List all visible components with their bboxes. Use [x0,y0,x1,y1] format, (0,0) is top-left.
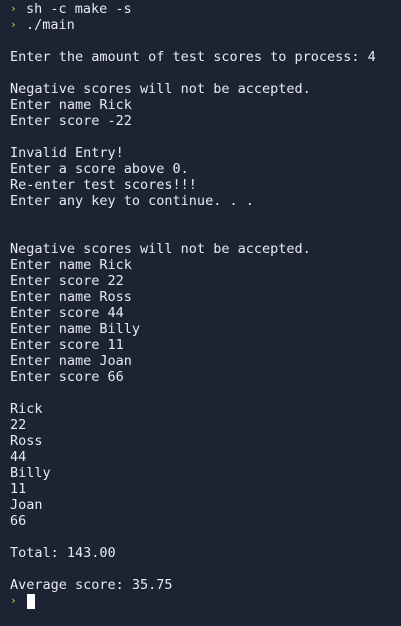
output-line: 11 [10,481,27,497]
text-cursor[interactable] [27,593,35,609]
output-line: Rick [10,401,43,417]
output-line: Enter score -22 [10,113,132,129]
output-line: Negative scores will not be accepted. [10,81,311,97]
output-line: 66 [10,513,27,529]
output-line: Enter score 66 [10,369,124,385]
output-line: Enter name Rick [10,257,132,273]
active-prompt-line[interactable]: › [10,593,401,609]
output-line: Billy [10,465,51,481]
output-line: Joan [10,497,43,513]
output-line: Enter name Joan [10,353,132,369]
command-text: ./main [26,17,75,33]
command-line: › ./main [10,17,401,33]
command-line: › sh -c make -s [10,1,401,17]
output-line: Enter name Billy [10,321,141,337]
prompt-icon: › [10,594,17,607]
output-line: Enter score 44 [10,305,124,321]
output-line: Enter name Ross [10,289,132,305]
output-line: Negative scores will not be accepted. [10,241,311,257]
prompt-icon: › [10,18,17,31]
terminal-output: Enter the amount of test scores to proce… [10,33,401,593]
terminal-window[interactable]: › sh -c make -s › ./main Enter the amount … [0,0,401,626]
output-line: Enter score 11 [10,337,124,353]
output-line: Enter the amount of test scores to proce… [10,49,376,65]
output-line: 44 [10,449,27,465]
output-line: Enter any key to continue. . . [10,193,254,209]
output-line: Re-enter test scores!!! [10,177,197,193]
prompt-icon: › [10,2,17,15]
output-line: Invalid Entry! [10,145,124,161]
output-line: Ross [10,433,43,449]
output-line: Enter name Rick [10,97,132,113]
output-line: Average score: 35.75 [10,577,173,593]
output-line: Enter a score above 0. [10,161,189,177]
output-line: Enter score 22 [10,273,124,289]
output-line: Total: 143.00 [10,545,116,561]
command-text: sh -c make -s [26,1,132,17]
output-line: 22 [10,417,27,433]
